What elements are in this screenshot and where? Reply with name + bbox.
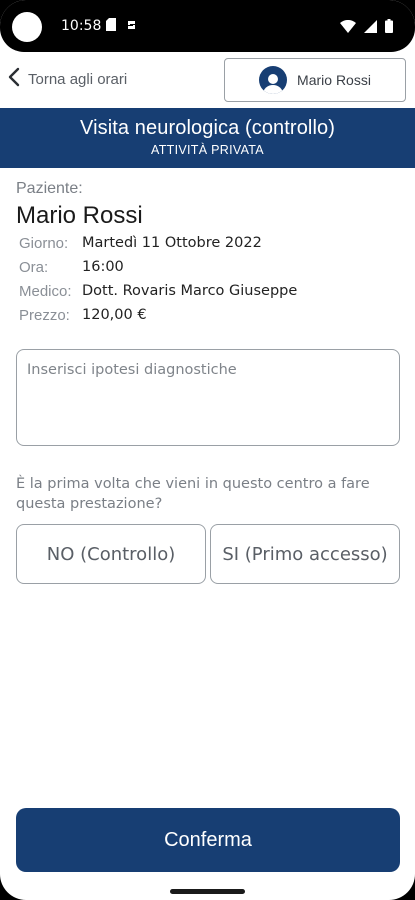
confirm-button[interactable]: Conferma [16,808,400,872]
chevron-left-icon [8,67,20,91]
info-key: Ora: [19,259,49,276]
service-subtitle: ATTIVITÀ PRIVATA [151,143,264,157]
app-screen: 10:58 Torna agli orari Mario Rossi Visit… [0,0,415,900]
wifi-icon [340,18,356,37]
signal-icon [364,18,377,37]
info-value: 120,00 € [82,307,147,323]
camera-cutout [12,12,42,42]
back-button[interactable]: Torna agli orari [8,64,127,94]
info-row-day: Giorno: Martedì 11 Ottobre 2022 [19,235,262,257]
info-key: Medico: [19,283,72,300]
home-indicator[interactable] [170,889,245,894]
user-name: Mario Rossi [297,72,371,88]
info-key: Prezzo: [19,307,70,324]
info-row-time: Ora: 16:00 [19,259,124,281]
info-row-doctor: Medico: Dott. Rovaris Marco Giuseppe [19,283,297,305]
diagnosis-input[interactable] [16,349,400,446]
back-label: Torna agli orari [28,70,128,88]
patient-name: Mario Rossi [16,202,143,229]
status-time: 10:58 [61,18,102,34]
service-title: Visita neurologica (controllo) [80,117,335,139]
status-bar: 10:58 [0,0,415,52]
sync-icon [126,18,138,36]
top-bar: Torna agli orari Mario Rossi [0,56,415,106]
service-banner: Visita neurologica (controllo) ATTIVITÀ … [0,108,415,168]
info-row-price: Prezzo: 120,00 € [19,307,147,329]
info-key: Giorno: [19,235,69,252]
patient-label: Paziente: [16,180,83,197]
user-avatar-icon [259,66,288,94]
no-control-button[interactable]: NO (Controllo) [16,524,206,584]
battery-icon [385,18,393,37]
first-visit-question: È la prima volta che vieni in questo cen… [16,476,370,512]
info-value: Martedì 11 Ottobre 2022 [82,235,262,251]
info-value: Dott. Rovaris Marco Giuseppe [82,283,298,299]
info-value: 16:00 [82,259,124,275]
user-profile-button[interactable]: Mario Rossi [224,58,406,102]
sd-card-icon [106,18,116,36]
si-first-access-button[interactable]: SI (Primo accesso) [210,524,400,584]
